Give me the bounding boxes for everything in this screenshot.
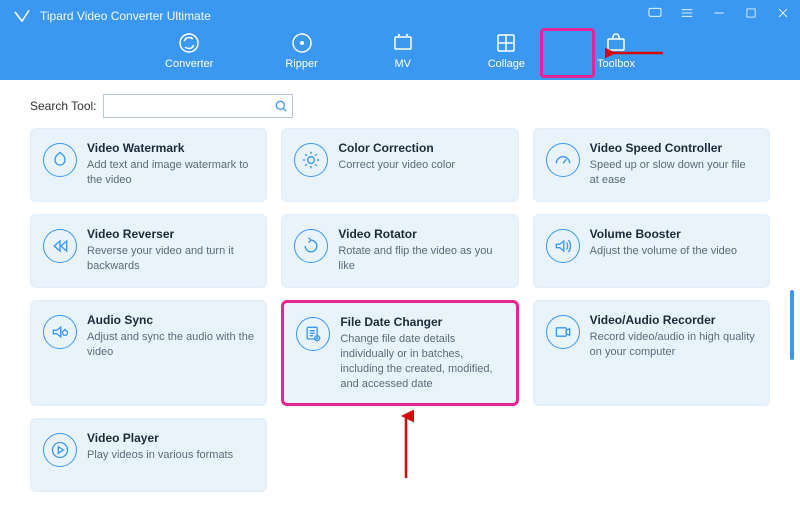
tool-volume-booster[interactable]: Volume Booster Adjust the volume of the … [533,214,770,288]
main-tabs: Converter Ripper MV Collage Toolbox [0,26,800,72]
date-icon [296,317,330,351]
close-button[interactable] [774,4,792,22]
collage-icon [493,30,519,56]
tool-color-correction[interactable]: Color Correction Correct your video colo… [281,128,518,202]
tool-title: Video Speed Controller [590,141,757,155]
color-icon [294,143,328,177]
tab-converter[interactable]: Converter [159,28,219,72]
rotate-icon [294,229,328,263]
tool-desc: Change file date details individually or… [340,332,503,391]
tool-title: File Date Changer [340,315,503,329]
play-icon [43,433,77,467]
volume-icon [546,229,580,263]
tool-video-watermark[interactable]: Video Watermark Add text and image water… [30,128,267,202]
tab-label: Converter [165,58,213,70]
scrollbar-thumb[interactable] [790,290,794,360]
tool-desc: Add text and image watermark to the vide… [87,158,254,188]
menu-icon[interactable] [678,4,696,22]
app-logo-icon [12,6,32,26]
feedback-icon[interactable] [646,4,664,22]
tool-title: Video Reverser [87,227,254,241]
tab-label: Toolbox [597,58,635,70]
window-controls [646,4,792,22]
converter-icon [176,30,202,56]
tool-title: Volume Booster [590,227,757,241]
tool-desc: Reverse your video and turn it backwards [87,244,254,274]
tool-video-reverser[interactable]: Video Reverser Reverse your video and tu… [30,214,267,288]
tab-label: Ripper [285,58,317,70]
search-label: Search Tool: [30,99,97,113]
tool-video-speed[interactable]: Video Speed Controller Speed up or slow … [533,128,770,202]
speed-icon [546,143,580,177]
tab-ripper[interactable]: Ripper [279,28,323,72]
tool-desc: Speed up or slow down your file at ease [590,158,757,188]
watermark-icon [43,143,77,177]
tool-title: Audio Sync [87,313,254,327]
app-header: Tipard Video Converter Ultimate Converte… [0,0,800,80]
tool-desc: Adjust and sync the audio with the video [87,330,254,360]
search-input[interactable] [104,99,271,113]
mv-icon [390,30,416,56]
tab-label: Collage [488,58,525,70]
tool-desc: Play videos in various formats [87,448,254,463]
search-row: Search Tool: [0,80,800,128]
tool-desc: Correct your video color [338,158,505,173]
tools-grid: Video Watermark Add text and image water… [0,128,800,512]
tool-title: Video Rotator [338,227,505,241]
toolbox-icon [603,30,629,56]
tool-recorder[interactable]: Video/Audio Recorder Record video/audio … [533,300,770,406]
search-wrap [103,94,293,118]
tool-title: Video/Audio Recorder [590,313,757,327]
tool-title: Video Player [87,431,254,445]
tab-collage[interactable]: Collage [482,28,531,72]
tool-file-date-changer[interactable]: File Date Changer Change file date detai… [281,300,518,406]
tool-video-player[interactable]: Video Player Play videos in various form… [30,418,267,492]
tool-desc: Record video/audio in high quality on yo… [590,330,757,360]
app-title: Tipard Video Converter Ultimate [40,9,211,23]
minimize-button[interactable] [710,4,728,22]
tool-audio-sync[interactable]: Audio Sync Adjust and sync the audio wit… [30,300,267,406]
tool-desc: Adjust the volume of the video [590,244,757,259]
recorder-icon [546,315,580,349]
tab-mv[interactable]: MV [384,28,422,72]
maximize-button[interactable] [742,4,760,22]
ripper-icon [289,30,315,56]
tab-toolbox[interactable]: Toolbox [591,28,641,72]
search-button[interactable] [271,95,292,117]
sync-icon [43,315,77,349]
tab-label: MV [394,58,411,70]
tool-title: Color Correction [338,141,505,155]
reverse-icon [43,229,77,263]
titlebar: Tipard Video Converter Ultimate [0,0,800,26]
tool-video-rotator[interactable]: Video Rotator Rotate and flip the video … [281,214,518,288]
tool-title: Video Watermark [87,141,254,155]
tool-desc: Rotate and flip the video as you like [338,244,505,274]
